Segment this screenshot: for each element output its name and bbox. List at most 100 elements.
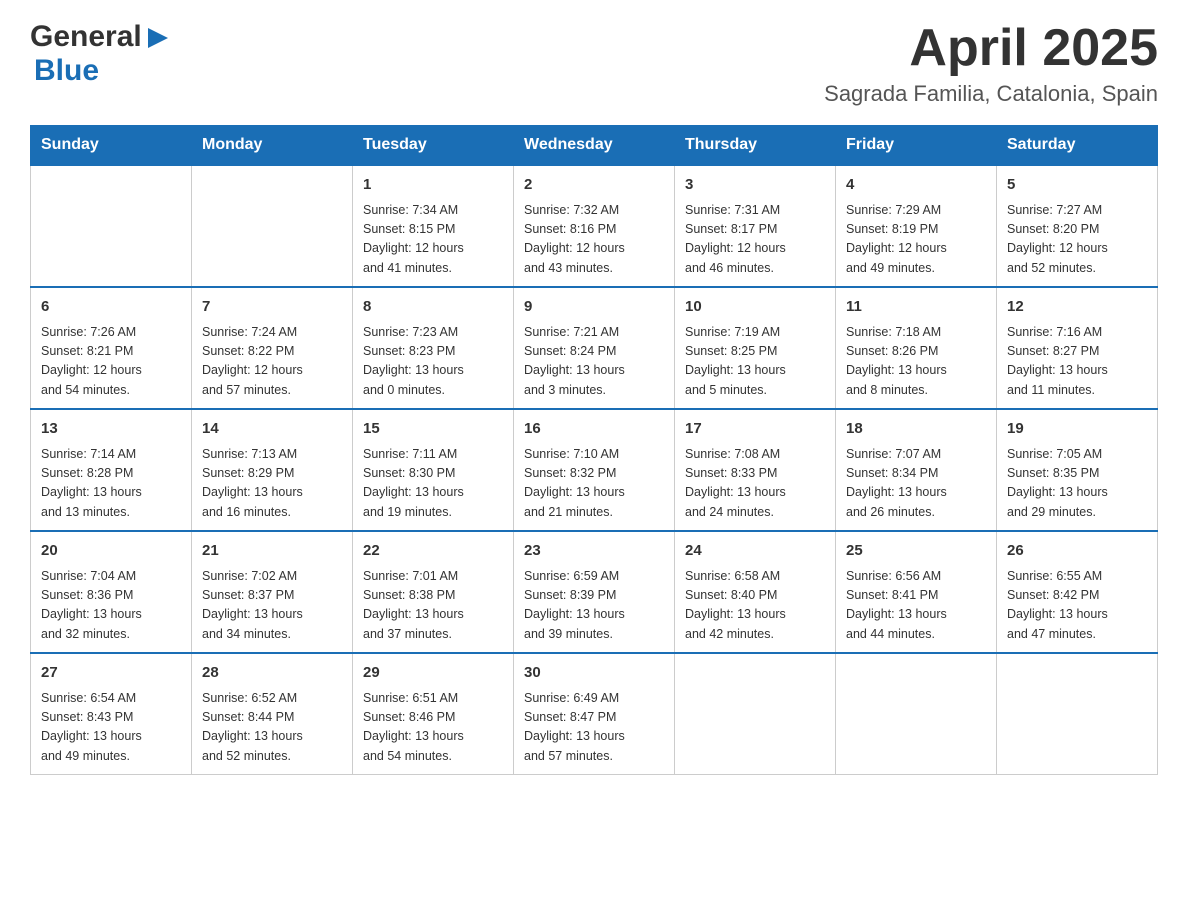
calendar-cell (675, 653, 836, 775)
day-info: Sunrise: 6:49 AM Sunset: 8:47 PM Dayligh… (524, 689, 664, 767)
day-info: Sunrise: 7:04 AM Sunset: 8:36 PM Dayligh… (41, 567, 181, 645)
weekday-header-sunday: Sunday (31, 126, 192, 166)
calendar-cell: 3 Sunrise: 7:31 AM Sunset: 8:17 PM Daylig… (675, 165, 836, 287)
day-info: Sunrise: 7:07 AM Sunset: 8:34 PM Dayligh… (846, 445, 986, 523)
day-info: Sunrise: 7:34 AM Sunset: 8:15 PM Dayligh… (363, 201, 503, 279)
day-info: Sunrise: 7:02 AM Sunset: 8:37 PM Dayligh… (202, 567, 342, 645)
calendar-cell (836, 653, 997, 775)
day-number: 10 (685, 296, 825, 319)
week-row-1: 1 Sunrise: 7:34 AM Sunset: 8:15 PM Daylig… (31, 165, 1158, 287)
subtitle: Sagrada Familia, Catalonia, Spain (824, 81, 1158, 107)
logo-arrow-icon (144, 24, 172, 52)
calendar-cell (192, 165, 353, 287)
weekday-header-thursday: Thursday (675, 126, 836, 166)
calendar-cell: 23 Sunrise: 6:59 AM Sunset: 8:39 PM Dayli… (514, 531, 675, 653)
calendar-cell: 22Sunrise: 7:01 AM Sunset: 8:38 PM Dayli… (353, 531, 514, 653)
day-number: 21 (202, 540, 342, 563)
main-title: April 2025 (824, 20, 1158, 77)
day-info: Sunrise: 7:26 AM Sunset: 8:21 PM Dayligh… (41, 323, 181, 401)
week-row-2: 6 Sunrise: 7:26 AM Sunset: 8:21 PM Daylig… (31, 287, 1158, 409)
logo-blue-text: Blue (34, 54, 99, 87)
day-info: Sunrise: 7:19 AM Sunset: 8:25 PM Dayligh… (685, 323, 825, 401)
logo-general-text: General (30, 20, 142, 54)
calendar-cell: 13 Sunrise: 7:14 AM Sunset: 8:28 PM Dayli… (31, 409, 192, 531)
calendar-cell: 7 Sunrise: 7:24 AM Sunset: 8:22 PM Daylig… (192, 287, 353, 409)
day-number: 20 (41, 540, 181, 563)
calendar-cell: 4 Sunrise: 7:29 AM Sunset: 8:19 PM Daylig… (836, 165, 997, 287)
calendar-header-row: SundayMondayTuesdayWednesdayThursdayFrid… (31, 126, 1158, 166)
calendar-cell: 18Sunrise: 7:07 AM Sunset: 8:34 PM Dayli… (836, 409, 997, 531)
calendar-cell: 11 Sunrise: 7:18 AM Sunset: 8:26 PM Dayli… (836, 287, 997, 409)
day-info: Sunrise: 7:21 AM Sunset: 8:24 PM Dayligh… (524, 323, 664, 401)
day-info: Sunrise: 7:29 AM Sunset: 8:19 PM Dayligh… (846, 201, 986, 279)
day-info: Sunrise: 7:32 AM Sunset: 8:16 PM Dayligh… (524, 201, 664, 279)
calendar-cell: 17 Sunrise: 7:08 AM Sunset: 8:33 PM Dayli… (675, 409, 836, 531)
day-number: 15 (363, 418, 503, 441)
day-number: 29 (363, 662, 503, 685)
calendar-cell: 21 Sunrise: 7:02 AM Sunset: 8:37 PM Dayli… (192, 531, 353, 653)
weekday-header-monday: Monday (192, 126, 353, 166)
day-number: 3 (685, 174, 825, 197)
week-row-3: 13 Sunrise: 7:14 AM Sunset: 8:28 PM Dayli… (31, 409, 1158, 531)
calendar-cell: 14Sunrise: 7:13 AM Sunset: 8:29 PM Dayli… (192, 409, 353, 531)
day-info: Sunrise: 6:54 AM Sunset: 8:43 PM Dayligh… (41, 689, 181, 767)
weekday-header-tuesday: Tuesday (353, 126, 514, 166)
day-info: Sunrise: 7:23 AM Sunset: 8:23 PM Dayligh… (363, 323, 503, 401)
calendar-cell: 10 Sunrise: 7:19 AM Sunset: 8:25 PM Dayli… (675, 287, 836, 409)
day-number: 4 (846, 174, 986, 197)
day-number: 9 (524, 296, 664, 319)
calendar-cell: 25 Sunrise: 6:56 AM Sunset: 8:41 PM Dayli… (836, 531, 997, 653)
day-info: Sunrise: 7:18 AM Sunset: 8:26 PM Dayligh… (846, 323, 986, 401)
day-info: Sunrise: 7:11 AM Sunset: 8:30 PM Dayligh… (363, 445, 503, 523)
day-number: 26 (1007, 540, 1147, 563)
week-row-5: 27 Sunrise: 6:54 AM Sunset: 8:43 PM Dayli… (31, 653, 1158, 775)
day-info: Sunrise: 7:27 AM Sunset: 8:20 PM Dayligh… (1007, 201, 1147, 279)
week-row-4: 20 Sunrise: 7:04 AM Sunset: 8:36 PM Dayli… (31, 531, 1158, 653)
calendar-cell: 5 Sunrise: 7:27 AM Sunset: 8:20 PM Daylig… (997, 165, 1158, 287)
calendar-cell (31, 165, 192, 287)
page-header: General Blue April 2025 Sagrada Familia,… (30, 20, 1158, 107)
day-number: 1 (363, 174, 503, 197)
day-info: Sunrise: 7:31 AM Sunset: 8:17 PM Dayligh… (685, 201, 825, 279)
calendar-cell: 30 Sunrise: 6:49 AM Sunset: 8:47 PM Dayli… (514, 653, 675, 775)
calendar-cell: 9 Sunrise: 7:21 AM Sunset: 8:24 PM Daylig… (514, 287, 675, 409)
day-number: 8 (363, 296, 503, 319)
day-info: Sunrise: 7:13 AM Sunset: 8:29 PM Dayligh… (202, 445, 342, 523)
logo: General Blue (30, 20, 172, 88)
calendar-cell: 6 Sunrise: 7:26 AM Sunset: 8:21 PM Daylig… (31, 287, 192, 409)
weekday-header-saturday: Saturday (997, 126, 1158, 166)
day-info: Sunrise: 6:51 AM Sunset: 8:46 PM Dayligh… (363, 689, 503, 767)
calendar-cell (997, 653, 1158, 775)
calendar-cell: 26Sunrise: 6:55 AM Sunset: 8:42 PM Dayli… (997, 531, 1158, 653)
day-number: 2 (524, 174, 664, 197)
day-number: 6 (41, 296, 181, 319)
day-number: 27 (41, 662, 181, 685)
weekday-header-wednesday: Wednesday (514, 126, 675, 166)
day-number: 23 (524, 540, 664, 563)
day-info: Sunrise: 7:14 AM Sunset: 8:28 PM Dayligh… (41, 445, 181, 523)
day-number: 11 (846, 296, 986, 319)
calendar-cell: 19Sunrise: 7:05 AM Sunset: 8:35 PM Dayli… (997, 409, 1158, 531)
calendar-cell: 12 Sunrise: 7:16 AM Sunset: 8:27 PM Dayli… (997, 287, 1158, 409)
calendar-cell: 24Sunrise: 6:58 AM Sunset: 8:40 PM Dayli… (675, 531, 836, 653)
day-info: Sunrise: 7:05 AM Sunset: 8:35 PM Dayligh… (1007, 445, 1147, 523)
day-info: Sunrise: 7:01 AM Sunset: 8:38 PM Dayligh… (363, 567, 503, 645)
day-number: 25 (846, 540, 986, 563)
day-number: 7 (202, 296, 342, 319)
weekday-header-friday: Friday (836, 126, 997, 166)
day-info: Sunrise: 6:52 AM Sunset: 8:44 PM Dayligh… (202, 689, 342, 767)
day-number: 30 (524, 662, 664, 685)
day-info: Sunrise: 7:08 AM Sunset: 8:33 PM Dayligh… (685, 445, 825, 523)
day-number: 5 (1007, 174, 1147, 197)
day-info: Sunrise: 6:59 AM Sunset: 8:39 PM Dayligh… (524, 567, 664, 645)
day-number: 28 (202, 662, 342, 685)
day-number: 13 (41, 418, 181, 441)
day-number: 24 (685, 540, 825, 563)
day-info: Sunrise: 6:56 AM Sunset: 8:41 PM Dayligh… (846, 567, 986, 645)
day-info: Sunrise: 7:16 AM Sunset: 8:27 PM Dayligh… (1007, 323, 1147, 401)
day-number: 12 (1007, 296, 1147, 319)
calendar-cell: 29 Sunrise: 6:51 AM Sunset: 8:46 PM Dayli… (353, 653, 514, 775)
day-info: Sunrise: 7:10 AM Sunset: 8:32 PM Dayligh… (524, 445, 664, 523)
day-info: Sunrise: 7:24 AM Sunset: 8:22 PM Dayligh… (202, 323, 342, 401)
day-number: 17 (685, 418, 825, 441)
